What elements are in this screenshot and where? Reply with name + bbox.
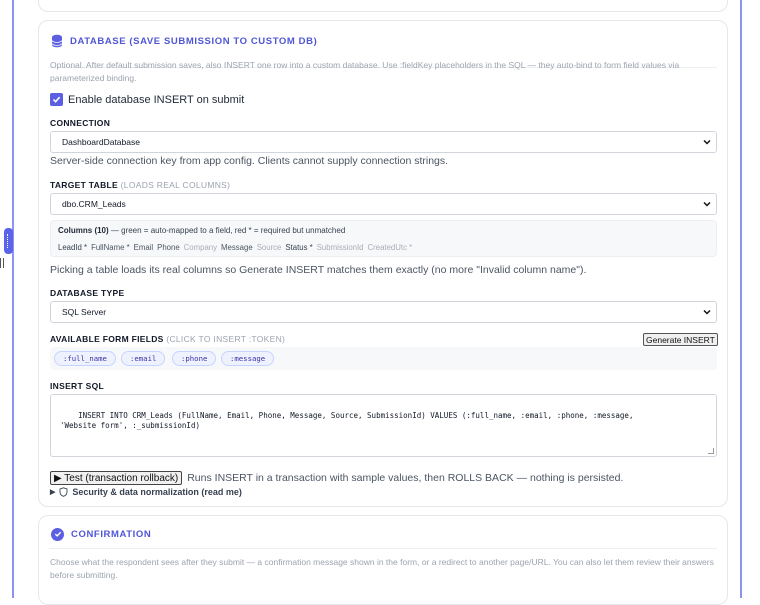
disclosure-triangle-icon: ▶ — [50, 489, 56, 496]
connection-value: DashboardDatabase — [62, 137, 140, 147]
column-chip: Source — [256, 243, 282, 252]
token-pill[interactable]: :email — [121, 351, 166, 366]
token-pill[interactable]: :full_name — [54, 351, 116, 366]
table-help: Picking a table loads its real columns s… — [50, 264, 587, 276]
db-type-value: SQL Server — [62, 307, 107, 317]
target-table-select[interactable]: dbo.CRM_Leads — [50, 193, 717, 215]
security-details-label: Security & data normalization (read me) — [72, 487, 242, 497]
confirmation-section-header[interactable]: CONFIRMATION — [51, 523, 715, 545]
insert-sql-value: INSERT INTO CRM_Leads (FullName, Email, … — [60, 411, 634, 430]
target-table-label: TARGET TABLE (LOADS REAL COLUMNS) — [50, 180, 230, 190]
insert-sql-textarea[interactable]: INSERT INTO CRM_Leads (FullName, Email, … — [50, 394, 717, 457]
enable-insert-checkbox[interactable] — [50, 93, 63, 106]
database-description: Optional. After default submission saves… — [50, 60, 680, 83]
connection-help: Server-side connection key from app conf… — [50, 155, 449, 167]
columns-panel: Columns (10) — green = auto-mapped to a … — [50, 220, 717, 257]
enable-insert-row[interactable]: Enable database INSERT on submit — [50, 93, 244, 106]
confirmation-section-title: CONFIRMATION — [71, 528, 152, 540]
generate-insert-button[interactable]: Generate INSERT — [643, 333, 718, 346]
column-chip: Message — [221, 243, 253, 252]
security-details-toggle[interactable]: ▶ Security & data normalization (read me… — [50, 487, 242, 497]
database-section-title: DATABASE (SAVE SUBMISSION TO CUSTOM DB) — [70, 35, 318, 47]
column-chip: LeadId * — [58, 243, 88, 252]
resize-handle[interactable] — [4, 228, 13, 254]
form-fields-label-text: AVAILABLE FORM FIELDS — [50, 334, 164, 344]
db-type-label: DATABASE TYPE — [50, 288, 125, 298]
database-section-header[interactable]: DATABASE (SAVE SUBMISSION TO CUSTOM DB) — [51, 30, 715, 52]
column-chip: SubmissionId — [316, 243, 364, 252]
form-fields-label: AVAILABLE FORM FIELDS (CLICK TO INSERT :… — [50, 334, 285, 344]
target-table-label-sub: (LOADS REAL COLUMNS) — [120, 180, 231, 190]
chevron-down-icon — [703, 309, 711, 315]
connection-select[interactable]: DashboardDatabase — [50, 131, 717, 153]
test-description: Runs INSERT in a transaction with sample… — [187, 472, 624, 484]
test-rollback-button[interactable]: ▶ Test (transaction rollback) — [50, 471, 183, 485]
column-chip: Phone — [157, 243, 180, 252]
insert-sql-label: INSERT SQL — [50, 381, 105, 391]
header-divider — [49, 548, 717, 549]
columns-title: Columns (10) — green = auto-mapped to a … — [58, 226, 345, 235]
resize-grip-icon[interactable] — [708, 448, 714, 454]
target-table-value: dbo.CRM_Leads — [62, 199, 126, 209]
db-type-select[interactable]: SQL Server — [50, 301, 717, 323]
confirmation-section: CONFIRMATION Choose what the respondent … — [38, 515, 728, 605]
connection-label: CONNECTION — [50, 118, 111, 128]
database-icon — [51, 34, 63, 48]
database-section: DATABASE (SAVE SUBMISSION TO CUSTOM DB) … — [38, 20, 728, 507]
chevron-down-icon — [703, 139, 711, 145]
target-table-label-text: TARGET TABLE — [50, 180, 118, 190]
column-chip: Email — [133, 243, 154, 252]
columns-list: LeadId * FullName * Email Phone Company Messa… — [58, 243, 416, 252]
column-chip: FullName * — [91, 243, 130, 252]
token-pill[interactable]: :message — [221, 351, 275, 366]
splitter-mark — [0, 258, 4, 268]
form-fields-label-sub: (CLICK TO INSERT :TOKEN) — [166, 334, 286, 344]
token-pill[interactable]: :phone — [172, 351, 217, 366]
shield-icon — [59, 487, 68, 497]
check-icon — [52, 96, 61, 103]
columns-count: Columns (10) — [58, 226, 109, 235]
columns-legend: — green = auto-mapped to a field, red * … — [108, 226, 346, 235]
form-fields-box: :full_name :email :phone :message — [50, 347, 717, 370]
column-chip: CreatedUtc * — [367, 243, 413, 252]
test-row: ▶ Test (transaction rollback) Runs INSER… — [50, 471, 623, 485]
confirmation-description: Choose what the respondent sees after th… — [50, 557, 714, 580]
column-chip: Company — [183, 243, 218, 252]
previous-section-card — [38, 0, 728, 12]
check-circle-icon — [51, 527, 64, 541]
chevron-down-icon — [703, 201, 711, 207]
column-chip: Status * — [285, 243, 313, 252]
enable-insert-label: Enable database INSERT on submit — [68, 93, 245, 106]
